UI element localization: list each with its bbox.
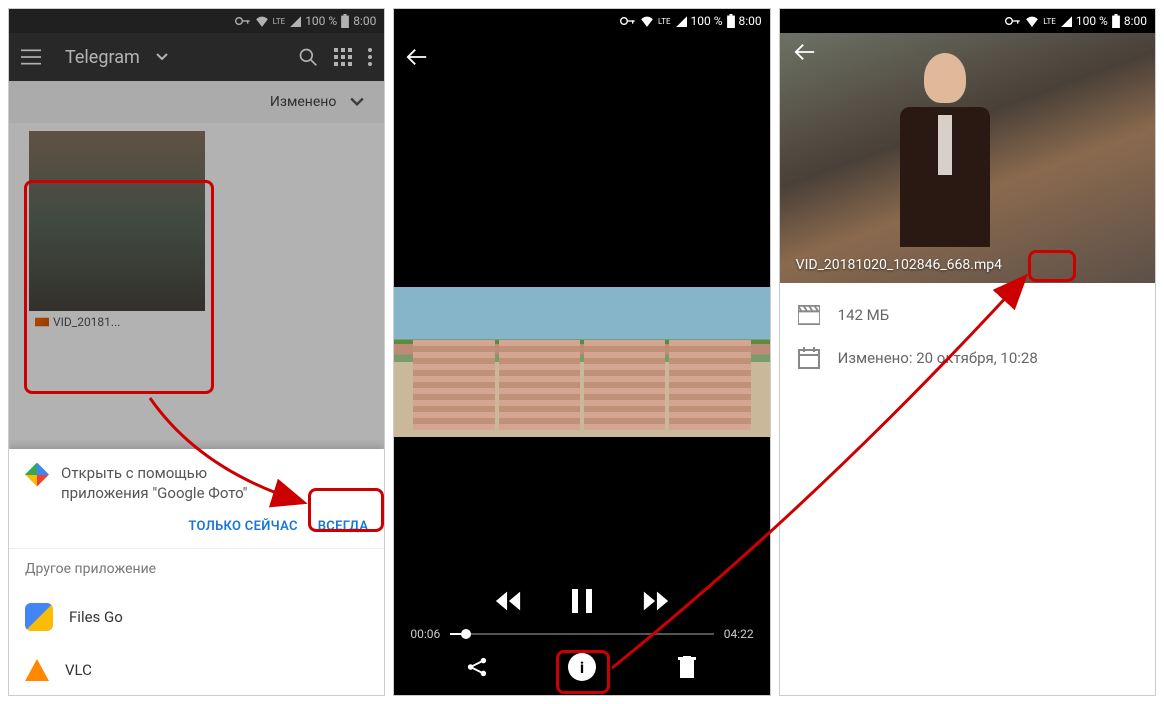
progress-bar-row: 00:06 04:22 — [394, 627, 769, 641]
open-with-text-line2: приложения "Google Фото" — [61, 484, 248, 502]
file-size-row: 142 МБ — [798, 305, 1137, 325]
screen-video-details: LTE 100 % 8:00 VID_20181020_102846_668.m… — [779, 8, 1156, 696]
battery-icon — [1112, 14, 1120, 28]
app-label: VLC — [65, 661, 92, 679]
app-option-vlc[interactable]: VLC — [9, 645, 384, 695]
lte-label: LTE — [1043, 17, 1056, 26]
open-with-sheet: Открыть с помощью приложения "Google Фот… — [9, 449, 384, 696]
calendar-icon — [798, 347, 820, 369]
battery-pct: 100 % — [691, 14, 723, 28]
pause-icon[interactable] — [572, 589, 592, 613]
player-controls: 00:06 04:22 — [394, 589, 769, 641]
video-subject-figure — [880, 53, 1010, 263]
signal-icon — [675, 15, 687, 27]
back-arrow-icon[interactable] — [406, 48, 428, 66]
info-button[interactable]: i — [562, 647, 602, 687]
sheet-header: Открыть с помощью приложения "Google Фот… — [9, 449, 384, 512]
other-apps-header: Другое приложение — [9, 548, 384, 589]
details-hero-image[interactable]: VID_20181020_102846_668.mp4 — [780, 33, 1155, 283]
back-arrow-icon[interactable] — [794, 43, 816, 61]
modified-value: Изменено: 20 октября, 10:28 — [838, 349, 1038, 367]
wifi-icon — [1025, 15, 1039, 27]
video-frame[interactable] — [394, 287, 769, 437]
modified-row: Изменено: 20 октября, 10:28 — [798, 347, 1137, 369]
app-option-files-go[interactable]: Files Go — [9, 589, 384, 645]
player-bottom-actions: i — [394, 647, 769, 687]
total-time: 04:22 — [724, 627, 754, 641]
lte-label: LTE — [658, 17, 671, 26]
details-list: 142 МБ Изменено: 20 октября, 10:28 — [780, 283, 1155, 413]
battery-icon — [727, 14, 735, 28]
filename-overlay: VID_20181020_102846_668.mp4 — [796, 257, 1002, 273]
app-label: Files Go — [69, 608, 123, 626]
rewind-icon[interactable] — [494, 591, 522, 611]
info-icon: i — [568, 653, 596, 681]
wifi-icon — [640, 15, 654, 27]
sheet-buttons: ТОЛЬКО СЕЙЧАС ВСЕГДА — [9, 511, 384, 548]
forward-icon[interactable] — [642, 591, 670, 611]
clock: 8:00 — [1124, 14, 1147, 28]
delete-button[interactable] — [667, 647, 707, 687]
status-bar: LTE 100 % 8:00 — [780, 9, 1155, 33]
share-button[interactable] — [457, 647, 497, 687]
status-bar: LTE 100 % 8:00 — [394, 9, 769, 33]
vpn-key-icon — [620, 16, 636, 26]
always-button[interactable]: ВСЕГДА — [318, 519, 369, 534]
elapsed-time: 00:06 — [410, 627, 440, 641]
vpn-key-icon — [1005, 16, 1021, 26]
screen-file-chooser: LTE 100 % 8:00 Telegram Изменено VID_201… — [8, 8, 385, 696]
player-topbar — [394, 33, 769, 81]
screen-video-player: LTE 100 % 8:00 00:06 04:22 — [393, 8, 770, 696]
files-go-icon — [25, 603, 53, 631]
seek-bar[interactable] — [450, 633, 714, 635]
vlc-icon — [25, 659, 49, 681]
just-once-button[interactable]: ТОЛЬКО СЕЙЧАС — [188, 519, 297, 534]
google-photos-icon — [25, 463, 49, 487]
battery-pct: 100 % — [1076, 14, 1108, 28]
clapperboard-icon — [798, 305, 820, 325]
open-with-text-line1: Открыть с помощью — [61, 464, 207, 482]
file-size-value: 142 МБ — [838, 306, 890, 324]
clock: 8:00 — [739, 14, 762, 28]
signal-icon — [1060, 15, 1072, 27]
